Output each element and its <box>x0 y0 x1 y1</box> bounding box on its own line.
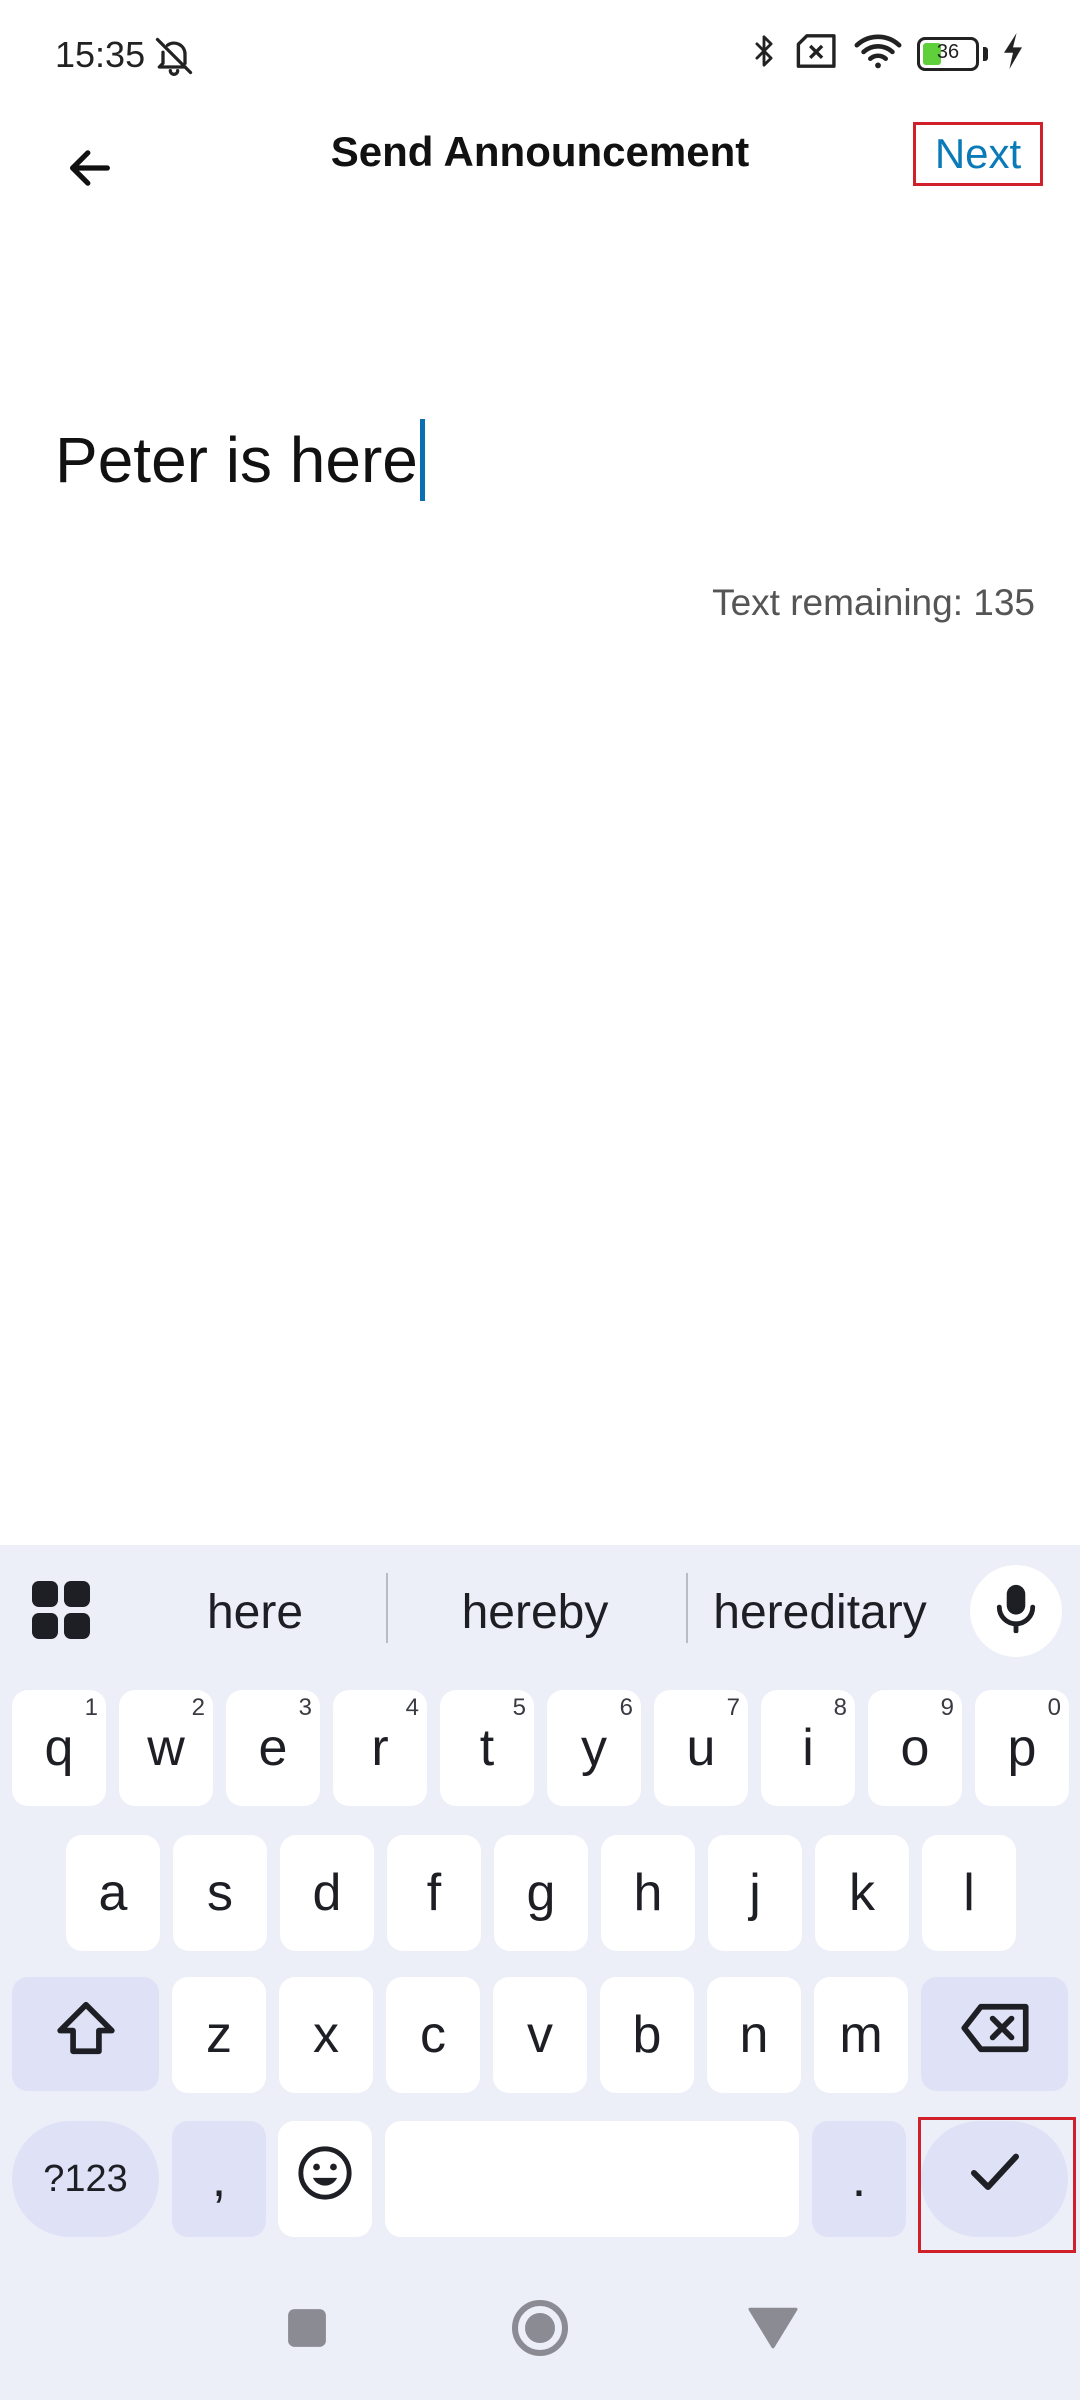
bell-off-icon <box>152 34 196 78</box>
bolt-icon <box>1002 33 1024 74</box>
wifi-icon <box>853 31 903 76</box>
key-hint: 5 <box>512 1694 526 1721</box>
key-hint: 4 <box>405 1694 419 1721</box>
key-p[interactable]: p0 <box>975 1690 1069 1806</box>
mic-icon <box>993 1583 1039 1640</box>
key-y[interactable]: y6 <box>547 1690 641 1806</box>
enter-key[interactable] <box>921 2121 1068 2237</box>
emoji-key[interactable] <box>278 2121 372 2237</box>
key-hint: 7 <box>726 1694 740 1721</box>
suggestion-1[interactable]: here <box>140 1577 370 1647</box>
check-icon <box>967 2149 1023 2210</box>
app-bar: Send Announcement Next <box>0 110 1080 240</box>
period-key[interactable]: . <box>812 2121 906 2237</box>
key-c[interactable]: c <box>386 1977 480 2093</box>
key-x[interactable]: x <box>279 1977 373 2093</box>
key-hint: 9 <box>940 1694 954 1721</box>
grid-icon[interactable] <box>32 1581 90 1639</box>
key-r[interactable]: r4 <box>333 1690 427 1806</box>
key-label: y <box>581 1719 607 1777</box>
key-hint: 3 <box>298 1694 312 1721</box>
home-button[interactable] <box>505 2295 575 2365</box>
key-label: o <box>900 1719 930 1777</box>
sim-off-icon <box>795 32 839 75</box>
symbols-key[interactable]: ?123 <box>12 2121 159 2237</box>
key-l[interactable]: l <box>922 1835 1016 1951</box>
key-m[interactable]: m <box>814 1977 908 2093</box>
key-label: e <box>258 1719 288 1777</box>
key-label: r <box>371 1719 389 1777</box>
suggestion-divider <box>386 1573 388 1643</box>
text-cursor <box>419 419 425 501</box>
announcement-text-field[interactable]: Peter is here <box>55 410 1025 510</box>
comma-key[interactable]: , <box>172 2121 266 2237</box>
key-label: q <box>44 1719 74 1777</box>
key-hint: 0 <box>1047 1694 1061 1721</box>
back-nav-button[interactable] <box>738 2295 808 2365</box>
key-label: u <box>686 1719 716 1777</box>
key-t[interactable]: t5 <box>440 1690 534 1806</box>
next-button[interactable]: Next <box>913 122 1043 186</box>
text-remaining-counter: Text remaining: 135 <box>712 582 1035 623</box>
key-label: w <box>147 1719 185 1777</box>
suggestion-divider <box>686 1573 688 1643</box>
key-i[interactable]: i8 <box>761 1690 855 1806</box>
mic-button[interactable] <box>970 1565 1062 1657</box>
navigation-bar <box>0 2255 1080 2400</box>
key-hint: 6 <box>619 1694 633 1721</box>
shift-icon <box>55 1999 117 2070</box>
space-key[interactable] <box>385 2121 799 2237</box>
shift-key[interactable] <box>12 1977 159 2091</box>
recents-button[interactable] <box>272 2295 342 2365</box>
backspace-icon <box>959 2002 1031 2067</box>
arrow-left-icon <box>64 142 116 199</box>
status-time: 15:35 <box>55 34 146 75</box>
key-hint: 2 <box>191 1694 205 1721</box>
backspace-key[interactable] <box>921 1977 1068 2091</box>
key-g[interactable]: g <box>494 1835 588 1951</box>
key-w[interactable]: w2 <box>119 1690 213 1806</box>
suggestion-bar: here hereby hereditary <box>0 1545 1080 1675</box>
key-label: i <box>802 1719 814 1777</box>
square-icon <box>286 2307 328 2354</box>
key-z[interactable]: z <box>172 1977 266 2093</box>
key-v[interactable]: v <box>493 1977 587 2093</box>
key-u[interactable]: u7 <box>654 1690 748 1806</box>
announcement-text: Peter is here <box>55 424 418 496</box>
status-bar: 15:35 36 <box>0 0 1080 110</box>
suggestion-3[interactable]: hereditary <box>695 1577 945 1647</box>
status-icons: 36 <box>747 30 1024 77</box>
bluetooth-icon <box>747 30 781 77</box>
key-h[interactable]: h <box>601 1835 695 1951</box>
key-e[interactable]: e3 <box>226 1690 320 1806</box>
back-button[interactable] <box>52 132 128 208</box>
key-f[interactable]: f <box>387 1835 481 1951</box>
key-s[interactable]: s <box>173 1835 267 1951</box>
key-label: t <box>479 1719 495 1777</box>
key-label: p <box>1007 1719 1037 1777</box>
key-j[interactable]: j <box>708 1835 802 1951</box>
key-n[interactable]: n <box>707 1977 801 2093</box>
key-o[interactable]: o9 <box>868 1690 962 1806</box>
key-a[interactable]: a <box>66 1835 160 1951</box>
key-d[interactable]: d <box>280 1835 374 1951</box>
circle-icon <box>510 2298 570 2363</box>
battery-indicator: 36 <box>917 36 979 71</box>
battery-tip <box>983 46 988 61</box>
battery-level-text: 36 <box>936 40 960 63</box>
emoji-icon <box>296 2144 354 2215</box>
screen: 15:35 36 Send Announcement Next Peter is… <box>0 0 1080 2400</box>
key-hint: 1 <box>84 1694 98 1721</box>
key-hint: 8 <box>833 1694 847 1721</box>
triangle-icon <box>748 2306 798 2355</box>
key-b[interactable]: b <box>600 1977 694 2093</box>
suggestion-2[interactable]: hereby <box>400 1577 670 1647</box>
key-k[interactable]: k <box>815 1835 909 1951</box>
key-q[interactable]: q1 <box>12 1690 106 1806</box>
